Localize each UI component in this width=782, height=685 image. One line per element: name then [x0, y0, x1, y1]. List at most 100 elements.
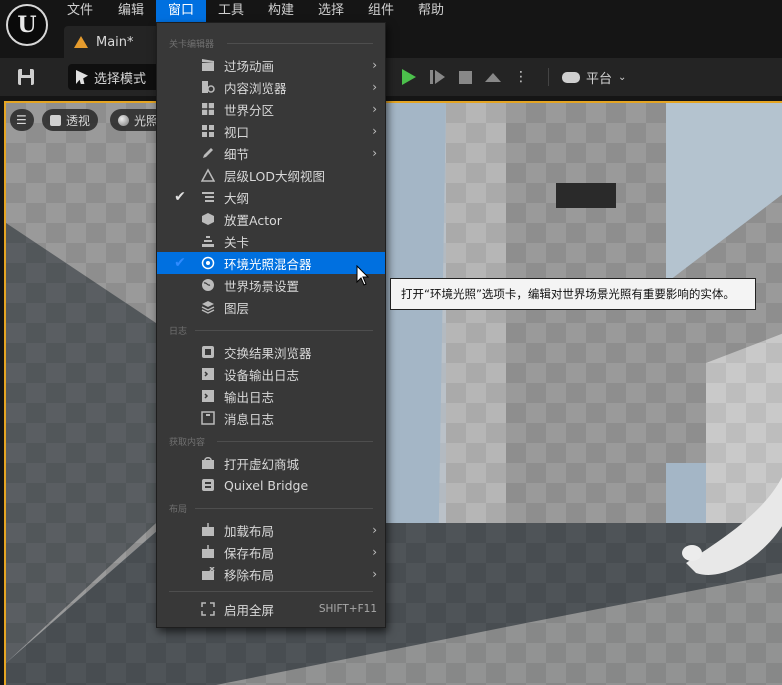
- menu-item-label: 内容浏览器: [224, 80, 287, 96]
- viewport-scene: [6, 103, 782, 685]
- menu-item-interchange-browser[interactable]: 交换结果浏览器: [157, 341, 385, 363]
- unreal-logo[interactable]: U: [6, 4, 48, 46]
- platforms-dropdown[interactable]: 平台 ⌄: [562, 64, 626, 90]
- menu-actor[interactable]: 组件: [356, 0, 406, 22]
- load-layout-icon: [202, 523, 214, 536]
- viewport-options-button[interactable]: ☰: [10, 109, 34, 131]
- menu-item-content-browser[interactable]: 内容浏览器 ›: [157, 76, 385, 98]
- interchange-icon: [202, 346, 214, 358]
- level-icon: [74, 36, 88, 48]
- outliner-icon: [202, 192, 214, 202]
- more-vertical-icon: ⋮: [514, 69, 528, 85]
- section-divider: [217, 441, 373, 442]
- play-button[interactable]: [398, 66, 420, 88]
- step-icon: [429, 70, 433, 84]
- level-tab[interactable]: Main*: [64, 26, 159, 58]
- pencil-icon: [203, 148, 213, 158]
- menu-item-label: 环境光照混合器: [224, 256, 312, 272]
- toolbar-divider: [548, 68, 549, 86]
- menu-item-save-layout[interactable]: 保存布局 ›: [157, 541, 385, 563]
- menu-item-world-settings[interactable]: 世界场景设置: [157, 274, 385, 296]
- menu-select[interactable]: 选择: [306, 0, 356, 22]
- chevron-right-icon: ›: [372, 567, 377, 581]
- menu-item-label: 打开虚幻商城: [224, 456, 300, 472]
- menu-item-label: 消息日志: [224, 411, 275, 427]
- menu-item-label: 加载布局: [224, 523, 275, 539]
- menu-item-levels[interactable]: 关卡: [157, 230, 385, 252]
- menu-item-label: 放置Actor: [224, 212, 282, 228]
- menu-item-quixel-bridge[interactable]: Quixel Bridge: [157, 474, 385, 496]
- menu-item-output-log[interactable]: 输出日志: [157, 385, 385, 407]
- checkmark-icon: ✔: [174, 255, 186, 271]
- menu-tooltip: 打开“环境光照”选项卡，编辑对世界场景光照有重要影响的实体。: [390, 278, 756, 310]
- chevron-down-icon: ⌄: [618, 71, 627, 83]
- main-toolbar: 选择模式 ⋮ 平台 ⌄: [0, 58, 782, 96]
- menu-item-device-output-log[interactable]: 设备输出日志: [157, 363, 385, 385]
- save-layout-icon: [202, 545, 214, 558]
- eject-button[interactable]: [482, 66, 504, 88]
- menu-item-layers[interactable]: 图层: [157, 296, 385, 318]
- main-menu-bar: 文件 编辑 窗口 工具 构建 选择 组件 帮助: [0, 0, 782, 22]
- menu-item-viewports[interactable]: 视口 ›: [157, 120, 385, 142]
- menu-item-label: 细节: [224, 146, 250, 162]
- menu-help[interactable]: 帮助: [406, 0, 456, 22]
- menu-item-outliner[interactable]: ✔ 大纲: [157, 186, 385, 208]
- bridge-icon: [202, 479, 214, 491]
- message-log-icon: [201, 411, 215, 425]
- view-mode-label: 光照: [134, 113, 159, 128]
- menu-edit[interactable]: 编辑: [106, 0, 156, 22]
- window-menu-dropdown: 关卡编辑器 过场动画 › 内容浏览器 › 世界分区 › 视口 › 细节 › 层级…: [156, 22, 386, 628]
- save-icon[interactable]: [15, 66, 37, 88]
- eject-icon: [485, 72, 501, 82]
- section-divider: [195, 508, 373, 509]
- stop-button[interactable]: [454, 66, 476, 88]
- menu-item-env-light-mixer[interactable]: ✔ 环境光照混合器: [157, 252, 385, 274]
- menu-item-remove-layout[interactable]: 移除布局 ›: [157, 563, 385, 585]
- menu-item-marketplace[interactable]: 打开虚幻商城: [157, 452, 385, 474]
- document-tab-row: Main*: [0, 22, 782, 58]
- viewports-icon: [202, 125, 214, 137]
- log-icon: [202, 368, 214, 380]
- menu-item-hlod-outliner[interactable]: 层级LOD大纲视图: [157, 164, 385, 186]
- mouse-cursor-icon: [356, 265, 370, 286]
- menu-item-label: 交换结果浏览器: [224, 345, 312, 361]
- menu-item-details[interactable]: 细节 ›: [157, 142, 385, 164]
- menu-item-cinematics[interactable]: 过场动画 ›: [157, 54, 385, 76]
- advance-frame-button[interactable]: [426, 66, 448, 88]
- levels-icon: [202, 236, 214, 247]
- content-browser-icon: [202, 81, 215, 93]
- menu-file[interactable]: 文件: [55, 0, 105, 22]
- play-options-button[interactable]: ⋮: [510, 66, 532, 88]
- menu-item-fullscreen[interactable]: 启用全屏 SHIFT+F11: [157, 598, 385, 620]
- menu-item-world-partition[interactable]: 世界分区 ›: [157, 98, 385, 120]
- menu-item-label: 输出日志: [224, 389, 275, 405]
- menu-item-label: 启用全屏: [224, 602, 275, 618]
- level-viewport[interactable]: ☰ 透视 光照: [4, 101, 782, 685]
- clapperboard-icon: [202, 59, 214, 71]
- world-partition-icon: [202, 103, 214, 115]
- section-label-level-editor: 关卡编辑器: [169, 40, 215, 50]
- menu-item-load-layout[interactable]: 加载布局 ›: [157, 519, 385, 541]
- chevron-right-icon: ›: [372, 102, 377, 116]
- perspective-button[interactable]: 透视: [42, 109, 99, 131]
- menu-item-label: 大纲: [224, 190, 250, 206]
- place-actors-icon: [202, 213, 214, 225]
- perspective-label: 透视: [66, 113, 91, 128]
- chevron-right-icon: ›: [372, 124, 377, 138]
- gamepad-icon: [562, 71, 580, 83]
- menu-item-place-actors[interactable]: 放置Actor: [157, 208, 385, 230]
- fullscreen-icon: [201, 602, 215, 616]
- menu-item-label: 设备输出日志: [224, 367, 300, 383]
- menu-item-label: 世界分区: [224, 102, 275, 118]
- menu-tools[interactable]: 工具: [206, 0, 256, 22]
- remove-layout-icon: [202, 567, 215, 580]
- menu-item-label: 保存布局: [224, 545, 275, 561]
- chevron-right-icon: ›: [372, 80, 377, 94]
- menu-build[interactable]: 构建: [256, 0, 306, 22]
- level-tab-label: Main*: [96, 34, 134, 50]
- select-mode-dropdown[interactable]: 选择模式: [68, 64, 164, 90]
- section-label-layout: 布局: [169, 505, 188, 515]
- chevron-right-icon: ›: [372, 523, 377, 537]
- menu-item-message-log[interactable]: 消息日志: [157, 407, 385, 429]
- menu-window[interactable]: 窗口: [156, 0, 207, 22]
